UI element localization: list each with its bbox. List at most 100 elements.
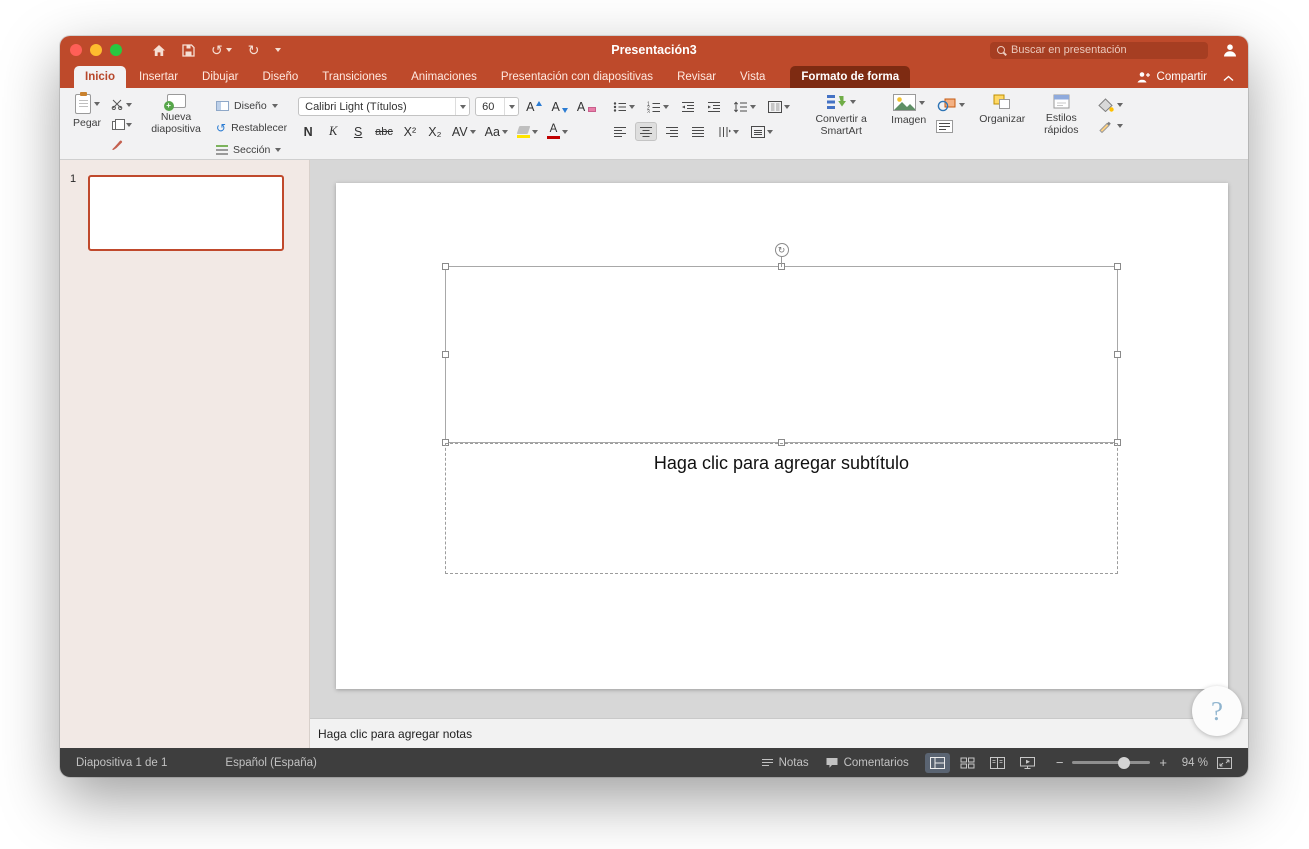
cut-button[interactable]: [111, 98, 133, 111]
comments-toggle-button[interactable]: Comentarios: [825, 757, 909, 769]
account-icon[interactable]: [1222, 43, 1238, 57]
increase-indent-button[interactable]: [703, 97, 725, 116]
align-left-button[interactable]: [609, 122, 631, 141]
tab-dibujar[interactable]: Dibujar: [191, 66, 249, 88]
convert-smartart-button[interactable]: Convertir a SmartArt: [805, 93, 877, 139]
tab-insertar[interactable]: Insertar: [128, 66, 189, 88]
fit-slide-to-window-icon[interactable]: [1217, 756, 1232, 769]
rotate-handle[interactable]: ↻: [774, 243, 789, 257]
zoom-slider[interactable]: [1072, 756, 1151, 769]
share-button[interactable]: Compartir: [1136, 71, 1215, 88]
slide-thumbnail[interactable]: [88, 175, 284, 251]
zoom-slider-knob[interactable]: [1118, 756, 1131, 769]
tab-animaciones[interactable]: Animaciones: [400, 66, 488, 88]
chevron-down-icon: [126, 102, 133, 107]
font-size-select[interactable]: 60: [475, 97, 520, 116]
reading-view-button[interactable]: [985, 753, 1010, 773]
shrink-font-button[interactable]: A: [549, 97, 569, 116]
slideshow-view-button[interactable]: [1015, 753, 1040, 773]
tab-inicio[interactable]: Inicio: [74, 66, 127, 88]
subtitle-placeholder[interactable]: Haga clic para agregar subtítulo: [445, 443, 1118, 574]
paste-button[interactable]: Pegar: [70, 92, 104, 151]
font-color-button[interactable]: A: [545, 122, 570, 141]
slide-canvas[interactable]: ↻ Haga clic para agregar subtítulo: [336, 183, 1228, 689]
slide-number-label: 1: [70, 173, 77, 185]
align-right-button[interactable]: [661, 122, 683, 141]
redo-button[interactable]: ↻: [248, 43, 260, 57]
align-center-button[interactable]: [635, 122, 658, 141]
collapse-ribbon-button[interactable]: [1215, 75, 1248, 88]
share-label: Compartir: [1156, 71, 1207, 83]
undo-button[interactable]: ↺: [211, 43, 232, 57]
tab-formato-de-forma[interactable]: Formato de forma: [790, 66, 911, 88]
resize-handle-nw[interactable]: [442, 263, 449, 270]
zoom-out-button[interactable]: −: [1056, 756, 1064, 769]
strikethrough-button[interactable]: abc: [373, 122, 395, 141]
copy-icon: [112, 119, 126, 130]
shape-outline-button[interactable]: [1098, 119, 1124, 133]
save-button[interactable]: [182, 43, 195, 57]
tab-presentacion-con-diapositivas[interactable]: Presentación con diapositivas: [490, 66, 664, 88]
resize-handle-w[interactable]: [442, 351, 449, 358]
shapes-button[interactable]: [936, 98, 966, 111]
justify-button[interactable]: [687, 122, 709, 141]
format-painter-button[interactable]: [111, 138, 132, 151]
clear-formatting-button[interactable]: A: [575, 97, 598, 116]
arrange-button[interactable]: Organizar: [976, 93, 1028, 138]
normal-view-button[interactable]: [924, 752, 950, 773]
insert-image-button[interactable]: Imagen: [888, 93, 929, 133]
change-case-button[interactable]: Aa: [483, 122, 510, 141]
copy-button[interactable]: [111, 118, 133, 131]
search-box[interactable]: [990, 41, 1208, 59]
language-button[interactable]: Español (España): [225, 757, 316, 769]
resize-handle-e[interactable]: [1114, 351, 1121, 358]
notes-toggle-label: Notas: [778, 756, 809, 769]
section-icon: [216, 144, 229, 155]
home-button[interactable]: [152, 44, 166, 57]
bullets-button[interactable]: [609, 97, 639, 116]
comments-icon: [826, 757, 838, 768]
customize-toolbar-button[interactable]: [275, 48, 282, 52]
title-placeholder[interactable]: ↻: [442, 243, 1121, 446]
superscript-button[interactable]: X²: [400, 122, 420, 141]
text-box-button[interactable]: [936, 120, 965, 133]
align-text-button[interactable]: [747, 122, 777, 141]
smartart-group: Convertir a SmartArt: [805, 93, 877, 139]
zoom-in-button[interactable]: +: [1159, 756, 1167, 769]
slide-layout-button[interactable]: Diseño: [216, 98, 287, 113]
numbering-button[interactable]: 123: [643, 97, 673, 116]
zoom-level-label[interactable]: 94 %: [1176, 757, 1208, 769]
zoom-window-button[interactable]: [110, 44, 122, 56]
search-input[interactable]: [1011, 44, 1201, 56]
close-window-button[interactable]: [70, 44, 82, 56]
slide-sorter-view-button[interactable]: [955, 753, 980, 773]
line-spacing-button[interactable]: [729, 97, 760, 116]
section-button[interactable]: Sección: [216, 142, 287, 157]
character-spacing-button[interactable]: AV: [450, 122, 478, 141]
decrease-indent-button[interactable]: [677, 97, 699, 116]
notes-pane[interactable]: Haga clic para agregar notas: [310, 718, 1248, 748]
new-slide-button[interactable]: Nueva diapositiva: [143, 93, 209, 157]
italic-button[interactable]: K: [323, 122, 343, 141]
reset-slide-button[interactable]: ↺ Restablecer: [216, 120, 287, 135]
tab-revisar[interactable]: Revisar: [666, 66, 727, 88]
shape-fill-button[interactable]: [1098, 97, 1124, 112]
help-button[interactable]: ?: [1192, 686, 1242, 736]
tab-diseno[interactable]: Diseño: [251, 66, 309, 88]
notes-toggle-button[interactable]: Notas: [761, 757, 809, 769]
grow-font-button[interactable]: A: [524, 97, 544, 116]
minimize-window-button[interactable]: [90, 44, 102, 56]
font-name-select[interactable]: Calibri Light (Títulos): [298, 97, 471, 116]
underline-button[interactable]: S: [348, 122, 368, 141]
columns-button[interactable]: [764, 97, 794, 116]
bold-button[interactable]: N: [298, 122, 318, 141]
text-direction-button[interactable]: [713, 122, 743, 141]
tab-transiciones[interactable]: Transiciones: [311, 66, 398, 88]
resize-handle-ne[interactable]: [1114, 263, 1121, 270]
scissors-icon: [111, 99, 123, 110]
line-spacing-icon: [734, 101, 748, 112]
quick-styles-button[interactable]: Estilos rápidos: [1035, 93, 1087, 138]
subscript-button[interactable]: X₂: [425, 122, 445, 141]
highlight-color-button[interactable]: [515, 122, 540, 141]
tab-vista[interactable]: Vista: [729, 66, 776, 88]
